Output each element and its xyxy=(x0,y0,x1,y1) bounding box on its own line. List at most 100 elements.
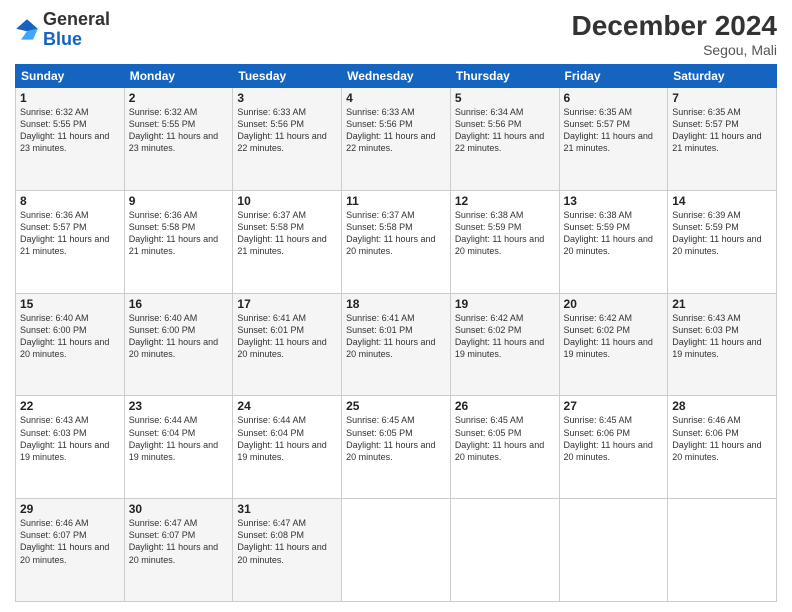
day-info: Sunrise: 6:37 AMSunset: 5:58 PMDaylight:… xyxy=(237,209,337,258)
day-info: Sunrise: 6:45 AMSunset: 6:05 PMDaylight:… xyxy=(346,414,446,463)
calendar-cell: 9Sunrise: 6:36 AMSunset: 5:58 PMDaylight… xyxy=(124,190,233,293)
calendar-cell: 29Sunrise: 6:46 AMSunset: 6:07 PMDayligh… xyxy=(16,499,125,602)
calendar-cell: 13Sunrise: 6:38 AMSunset: 5:59 PMDayligh… xyxy=(559,190,668,293)
calendar-cell: 18Sunrise: 6:41 AMSunset: 6:01 PMDayligh… xyxy=(342,293,451,396)
day-number: 11 xyxy=(346,194,446,208)
logo-text: General Blue xyxy=(43,10,110,50)
logo-blue: Blue xyxy=(43,29,82,49)
day-number: 16 xyxy=(129,297,229,311)
day-info: Sunrise: 6:33 AMSunset: 5:56 PMDaylight:… xyxy=(237,106,337,155)
day-number: 12 xyxy=(455,194,555,208)
calendar-week-4: 22Sunrise: 6:43 AMSunset: 6:03 PMDayligh… xyxy=(16,396,777,499)
day-info: Sunrise: 6:43 AMSunset: 6:03 PMDaylight:… xyxy=(672,312,772,361)
day-info: Sunrise: 6:32 AMSunset: 5:55 PMDaylight:… xyxy=(20,106,120,155)
day-info: Sunrise: 6:34 AMSunset: 5:56 PMDaylight:… xyxy=(455,106,555,155)
calendar-cell: 6Sunrise: 6:35 AMSunset: 5:57 PMDaylight… xyxy=(559,88,668,191)
calendar-cell: 31Sunrise: 6:47 AMSunset: 6:08 PMDayligh… xyxy=(233,499,342,602)
calendar-cell: 5Sunrise: 6:34 AMSunset: 5:56 PMDaylight… xyxy=(450,88,559,191)
day-info: Sunrise: 6:46 AMSunset: 6:06 PMDaylight:… xyxy=(672,414,772,463)
calendar-cell: 25Sunrise: 6:45 AMSunset: 6:05 PMDayligh… xyxy=(342,396,451,499)
day-info: Sunrise: 6:40 AMSunset: 6:00 PMDaylight:… xyxy=(20,312,120,361)
day-number: 13 xyxy=(564,194,664,208)
calendar-cell: 22Sunrise: 6:43 AMSunset: 6:03 PMDayligh… xyxy=(16,396,125,499)
day-number: 23 xyxy=(129,399,229,413)
day-info: Sunrise: 6:37 AMSunset: 5:58 PMDaylight:… xyxy=(346,209,446,258)
day-info: Sunrise: 6:39 AMSunset: 5:59 PMDaylight:… xyxy=(672,209,772,258)
calendar-cell: 2Sunrise: 6:32 AMSunset: 5:55 PMDaylight… xyxy=(124,88,233,191)
calendar-cell: 12Sunrise: 6:38 AMSunset: 5:59 PMDayligh… xyxy=(450,190,559,293)
logo-icon xyxy=(15,18,39,42)
day-info: Sunrise: 6:41 AMSunset: 6:01 PMDaylight:… xyxy=(346,312,446,361)
calendar-cell: 15Sunrise: 6:40 AMSunset: 6:00 PMDayligh… xyxy=(16,293,125,396)
calendar-cell xyxy=(668,499,777,602)
location: Segou, Mali xyxy=(572,42,777,58)
weekday-header-sunday: Sunday xyxy=(16,65,125,88)
calendar-cell: 7Sunrise: 6:35 AMSunset: 5:57 PMDaylight… xyxy=(668,88,777,191)
calendar-cell: 19Sunrise: 6:42 AMSunset: 6:02 PMDayligh… xyxy=(450,293,559,396)
day-number: 31 xyxy=(237,502,337,516)
calendar-cell: 26Sunrise: 6:45 AMSunset: 6:05 PMDayligh… xyxy=(450,396,559,499)
calendar-week-5: 29Sunrise: 6:46 AMSunset: 6:07 PMDayligh… xyxy=(16,499,777,602)
day-number: 24 xyxy=(237,399,337,413)
day-info: Sunrise: 6:35 AMSunset: 5:57 PMDaylight:… xyxy=(564,106,664,155)
calendar-cell: 28Sunrise: 6:46 AMSunset: 6:06 PMDayligh… xyxy=(668,396,777,499)
day-number: 7 xyxy=(672,91,772,105)
day-number: 15 xyxy=(20,297,120,311)
calendar-cell: 4Sunrise: 6:33 AMSunset: 5:56 PMDaylight… xyxy=(342,88,451,191)
day-number: 4 xyxy=(346,91,446,105)
month-title: December 2024 xyxy=(572,10,777,42)
title-block: December 2024 Segou, Mali xyxy=(572,10,777,58)
day-info: Sunrise: 6:38 AMSunset: 5:59 PMDaylight:… xyxy=(455,209,555,258)
day-info: Sunrise: 6:45 AMSunset: 6:06 PMDaylight:… xyxy=(564,414,664,463)
calendar-cell: 21Sunrise: 6:43 AMSunset: 6:03 PMDayligh… xyxy=(668,293,777,396)
calendar-cell xyxy=(342,499,451,602)
day-info: Sunrise: 6:38 AMSunset: 5:59 PMDaylight:… xyxy=(564,209,664,258)
header: General Blue December 2024 Segou, Mali xyxy=(15,10,777,58)
day-info: Sunrise: 6:45 AMSunset: 6:05 PMDaylight:… xyxy=(455,414,555,463)
calendar-cell: 16Sunrise: 6:40 AMSunset: 6:00 PMDayligh… xyxy=(124,293,233,396)
day-info: Sunrise: 6:47 AMSunset: 6:07 PMDaylight:… xyxy=(129,517,229,566)
weekday-header-wednesday: Wednesday xyxy=(342,65,451,88)
calendar-cell: 1Sunrise: 6:32 AMSunset: 5:55 PMDaylight… xyxy=(16,88,125,191)
weekday-header-friday: Friday xyxy=(559,65,668,88)
day-info: Sunrise: 6:32 AMSunset: 5:55 PMDaylight:… xyxy=(129,106,229,155)
day-number: 25 xyxy=(346,399,446,413)
calendar-cell: 17Sunrise: 6:41 AMSunset: 6:01 PMDayligh… xyxy=(233,293,342,396)
calendar-cell: 27Sunrise: 6:45 AMSunset: 6:06 PMDayligh… xyxy=(559,396,668,499)
calendar-cell xyxy=(559,499,668,602)
day-number: 8 xyxy=(20,194,120,208)
day-number: 14 xyxy=(672,194,772,208)
day-number: 29 xyxy=(20,502,120,516)
day-number: 28 xyxy=(672,399,772,413)
day-number: 5 xyxy=(455,91,555,105)
weekday-header-saturday: Saturday xyxy=(668,65,777,88)
calendar-cell: 23Sunrise: 6:44 AMSunset: 6:04 PMDayligh… xyxy=(124,396,233,499)
day-info: Sunrise: 6:35 AMSunset: 5:57 PMDaylight:… xyxy=(672,106,772,155)
day-info: Sunrise: 6:36 AMSunset: 5:58 PMDaylight:… xyxy=(129,209,229,258)
day-number: 1 xyxy=(20,91,120,105)
day-number: 2 xyxy=(129,91,229,105)
calendar-cell: 10Sunrise: 6:37 AMSunset: 5:58 PMDayligh… xyxy=(233,190,342,293)
day-info: Sunrise: 6:46 AMSunset: 6:07 PMDaylight:… xyxy=(20,517,120,566)
day-info: Sunrise: 6:40 AMSunset: 6:00 PMDaylight:… xyxy=(129,312,229,361)
day-info: Sunrise: 6:47 AMSunset: 6:08 PMDaylight:… xyxy=(237,517,337,566)
weekday-header-thursday: Thursday xyxy=(450,65,559,88)
day-info: Sunrise: 6:36 AMSunset: 5:57 PMDaylight:… xyxy=(20,209,120,258)
day-info: Sunrise: 6:43 AMSunset: 6:03 PMDaylight:… xyxy=(20,414,120,463)
day-number: 19 xyxy=(455,297,555,311)
calendar-cell: 20Sunrise: 6:42 AMSunset: 6:02 PMDayligh… xyxy=(559,293,668,396)
calendar-cell: 8Sunrise: 6:36 AMSunset: 5:57 PMDaylight… xyxy=(16,190,125,293)
calendar-cell: 24Sunrise: 6:44 AMSunset: 6:04 PMDayligh… xyxy=(233,396,342,499)
logo-general: General xyxy=(43,9,110,29)
day-info: Sunrise: 6:41 AMSunset: 6:01 PMDaylight:… xyxy=(237,312,337,361)
weekday-header-monday: Monday xyxy=(124,65,233,88)
day-info: Sunrise: 6:42 AMSunset: 6:02 PMDaylight:… xyxy=(564,312,664,361)
day-number: 10 xyxy=(237,194,337,208)
day-number: 21 xyxy=(672,297,772,311)
day-number: 9 xyxy=(129,194,229,208)
weekday-header-tuesday: Tuesday xyxy=(233,65,342,88)
calendar-week-1: 1Sunrise: 6:32 AMSunset: 5:55 PMDaylight… xyxy=(16,88,777,191)
calendar-week-2: 8Sunrise: 6:36 AMSunset: 5:57 PMDaylight… xyxy=(16,190,777,293)
calendar-cell: 3Sunrise: 6:33 AMSunset: 5:56 PMDaylight… xyxy=(233,88,342,191)
day-number: 17 xyxy=(237,297,337,311)
